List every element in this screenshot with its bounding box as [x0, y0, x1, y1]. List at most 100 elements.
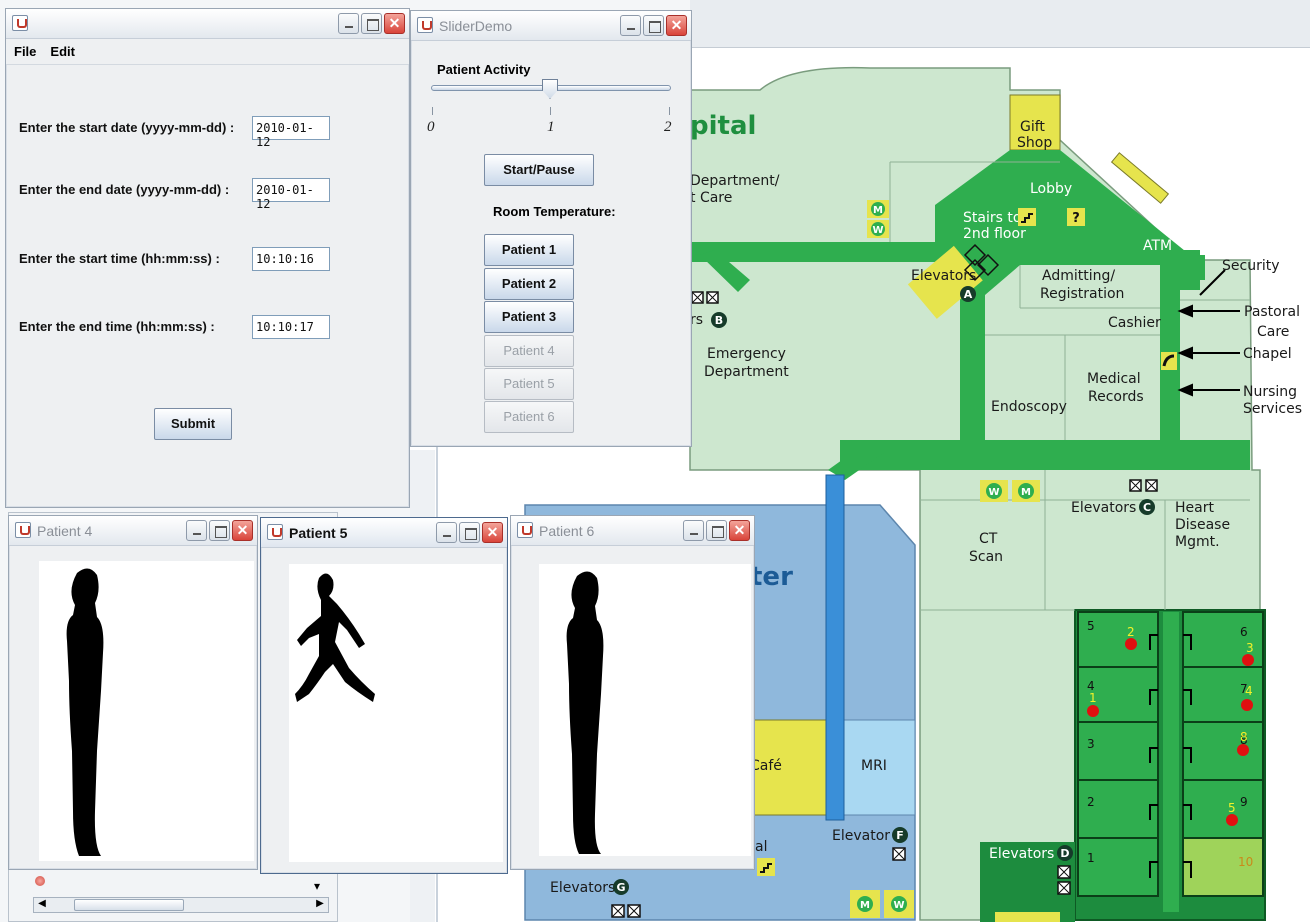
- maximize-button[interactable]: [706, 520, 727, 541]
- java-app-icon: [267, 524, 283, 540]
- map-label: Elevators: [911, 268, 976, 284]
- map-label: Shop: [1017, 135, 1052, 151]
- map-label: t Care: [690, 190, 732, 206]
- scroll-right-icon[interactable]: ▶: [313, 898, 327, 912]
- minimize-button[interactable]: [186, 520, 207, 541]
- java-app-icon: [517, 522, 533, 538]
- room-number: 1: [1087, 851, 1095, 865]
- start-pause-button[interactable]: Start/Pause: [484, 154, 594, 186]
- map-label: Admitting/: [1042, 268, 1115, 284]
- chevron-down-icon[interactable]: ▾: [309, 879, 325, 895]
- patient-1-button[interactable]: Patient 1: [484, 234, 574, 266]
- close-button[interactable]: ✕: [729, 520, 750, 541]
- patient-marker-label: 3: [1246, 641, 1254, 655]
- java-app-icon: [12, 15, 28, 31]
- room-number: 5: [1087, 619, 1095, 633]
- minimize-button[interactable]: [338, 13, 359, 34]
- map-label: Department: [704, 364, 789, 380]
- patient-5-button[interactable]: Patient 5: [484, 368, 574, 400]
- patient-location-marker: [1087, 705, 1099, 717]
- maximize-button[interactable]: [361, 13, 382, 34]
- title-bar[interactable]: ✕: [6, 9, 409, 39]
- scroll-left-icon[interactable]: ◀: [35, 898, 49, 912]
- patient-marker-label: 4: [1245, 684, 1253, 698]
- end-date-field[interactable]: 2010-01-12: [252, 178, 330, 211]
- map-label: 2nd floor: [963, 226, 1026, 242]
- elevator-a-badge: A: [964, 288, 973, 301]
- start-time-field[interactable]: 10:10:16: [252, 247, 330, 271]
- restroom-women-icon: W: [988, 487, 999, 498]
- slider-tick: [669, 107, 670, 115]
- map-label: Pastoral: [1244, 304, 1300, 320]
- window-title: Patient 6: [539, 523, 595, 539]
- menu-edit[interactable]: Edit: [42, 39, 81, 59]
- minimize-button[interactable]: [620, 15, 641, 36]
- slider-max-label: 2: [664, 119, 672, 135]
- submit-button[interactable]: Submit: [154, 408, 232, 440]
- maximize-button[interactable]: [209, 520, 230, 541]
- patient-4-window: Patient 4 ✕: [8, 515, 258, 870]
- map-label: Disease: [1175, 517, 1230, 533]
- minimize-button[interactable]: [436, 522, 457, 543]
- slider-mid-label: 1: [547, 119, 555, 135]
- minimize-button[interactable]: [683, 520, 704, 541]
- end-time-field[interactable]: 10:10:17: [252, 315, 330, 339]
- window-title: SliderDemo: [439, 18, 513, 34]
- patient-location-marker: [1125, 638, 1137, 650]
- restroom-women-icon: W: [893, 900, 904, 911]
- query-form-window: ✕ File Edit Enter the start date (yyyy-mm…: [5, 8, 410, 508]
- scroll-thumb[interactable]: [74, 899, 184, 911]
- map-label: Gift: [1020, 119, 1045, 135]
- walking-person-icon: [295, 573, 375, 702]
- title-bar[interactable]: Patient 6 ✕: [511, 516, 754, 546]
- menu-bar: File Edit: [6, 39, 409, 65]
- map-label: Medical: [1087, 371, 1141, 387]
- patient-marker-label: 8: [1240, 730, 1248, 744]
- start-date-field[interactable]: 2010-01-12: [252, 116, 330, 149]
- stairs-b-badge: B: [715, 314, 723, 327]
- map-label: Stairs to: [963, 210, 1021, 226]
- close-button[interactable]: ✕: [384, 13, 405, 34]
- map-label: Nursing: [1243, 384, 1297, 400]
- map-label: al: [755, 839, 767, 855]
- start-time-label: Enter the start time (hh:mm:ss) :: [19, 251, 220, 266]
- title-bar[interactable]: SliderDemo ✕: [411, 11, 691, 41]
- map-label: Security: [1222, 258, 1280, 274]
- map-label: MRI: [861, 758, 887, 774]
- map-label: Heart: [1175, 500, 1214, 516]
- start-date-label: Enter the start date (yyyy-mm-dd) :: [19, 120, 235, 135]
- patient-marker-label: 2: [1127, 625, 1135, 639]
- java-app-icon: [417, 17, 433, 33]
- title-bar[interactable]: Patient 5 ✕: [261, 518, 507, 548]
- room-temperature-label: Room Temperature:: [493, 204, 616, 219]
- close-button[interactable]: ✕: [666, 15, 687, 36]
- title-bar[interactable]: Patient 4 ✕: [9, 516, 257, 546]
- patient-2-button[interactable]: Patient 2: [484, 268, 574, 300]
- elevator-f-badge: F: [896, 829, 904, 842]
- map-label: Services: [1243, 401, 1302, 417]
- map-label: Cashier: [1108, 315, 1161, 331]
- menu-file[interactable]: File: [6, 39, 42, 59]
- maximize-button[interactable]: [643, 15, 664, 36]
- map-label: Records: [1088, 389, 1144, 405]
- room-number: 6: [1240, 625, 1248, 639]
- restroom-women-icon: W: [872, 225, 883, 236]
- map-label: Department/: [690, 173, 780, 189]
- elevator-g-badge: G: [616, 881, 625, 894]
- hospital-title-fragment: pital: [690, 111, 756, 141]
- room-number: 10: [1238, 855, 1253, 869]
- patient-6-button[interactable]: Patient 6: [484, 401, 574, 433]
- standing-person-icon: [566, 571, 604, 854]
- patient-3-button[interactable]: Patient 3: [484, 301, 574, 333]
- maximize-button[interactable]: [459, 522, 480, 543]
- horizontal-scrollbar[interactable]: ◀ ▶: [33, 897, 329, 913]
- info-icon: ?: [1072, 211, 1080, 226]
- end-date-label: Enter the end date (yyyy-mm-dd) :: [19, 182, 230, 197]
- patient-4-button[interactable]: Patient 4: [484, 335, 574, 367]
- patient-5-window: Patient 5 ✕: [260, 517, 508, 874]
- close-button[interactable]: ✕: [482, 522, 503, 543]
- close-button[interactable]: ✕: [232, 520, 253, 541]
- slider-tick: [550, 107, 551, 115]
- slider-demo-window: SliderDemo ✕ Patient Activity 0 1 2 Star…: [410, 10, 692, 447]
- activity-slider-thumb[interactable]: [542, 79, 558, 99]
